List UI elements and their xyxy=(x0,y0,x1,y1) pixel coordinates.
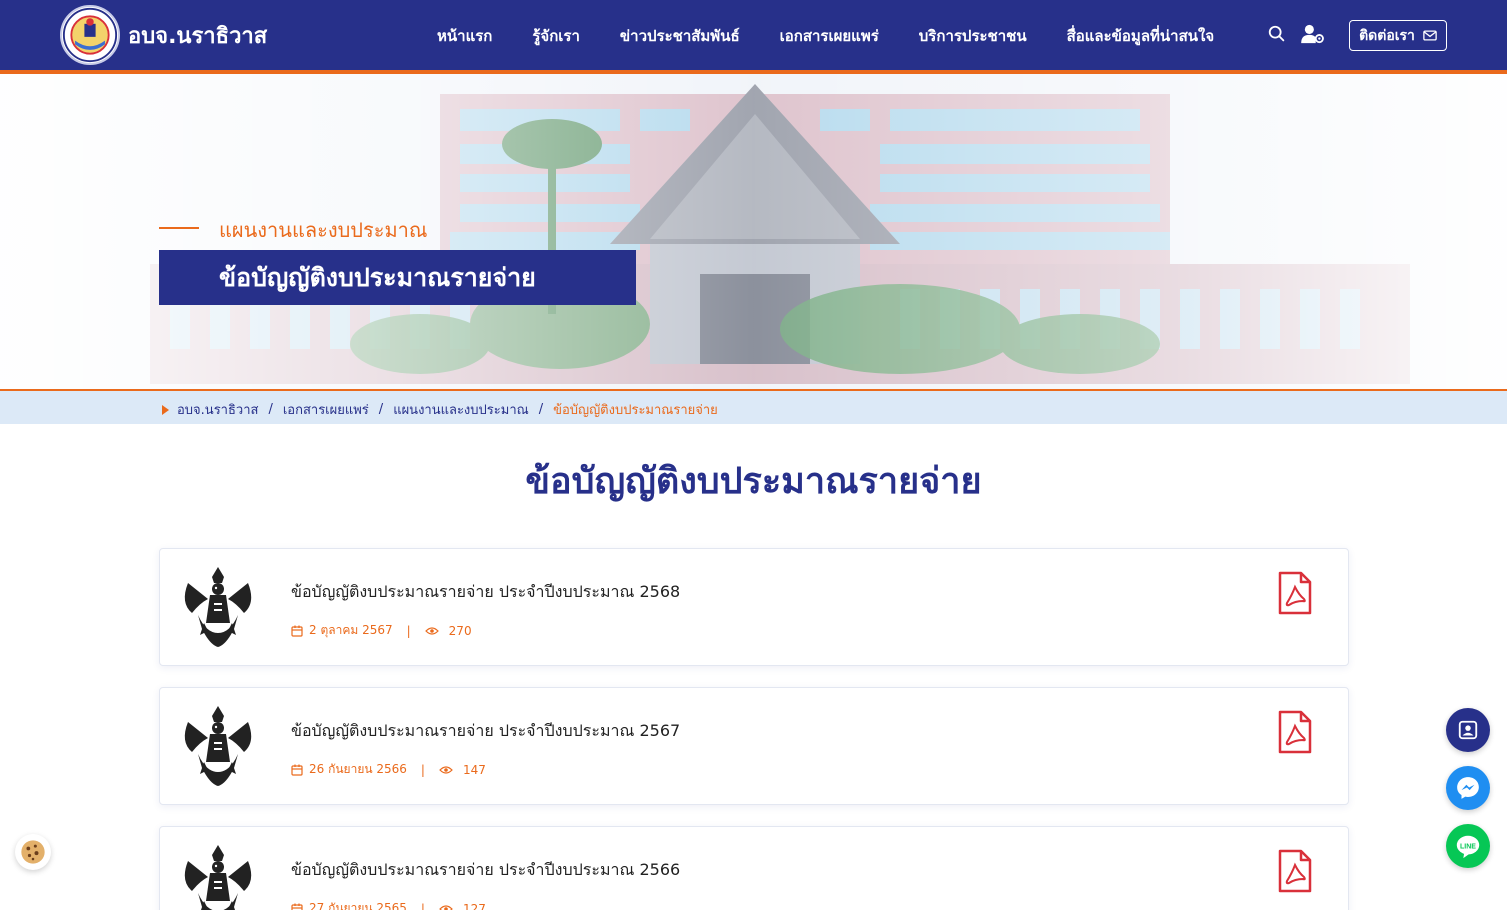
contact-card-icon xyxy=(1458,720,1478,740)
breadcrumb: อบจ.นราธิวาส / เอกสารเผยแพร่ / แผนงานและ… xyxy=(162,399,718,420)
mail-icon xyxy=(1423,30,1437,41)
emblem-icon xyxy=(62,7,118,63)
hero-title: ข้อบัญญัติงบประมาณรายจ่าย xyxy=(219,262,536,292)
document-views: 270 xyxy=(448,623,472,638)
calendar-icon xyxy=(291,764,303,776)
garuda-emblem-icon xyxy=(184,845,252,910)
svg-text:LINE: LINE xyxy=(1460,843,1476,850)
messenger-button[interactable] xyxy=(1446,766,1490,810)
menu-item-media[interactable]: สื่อและข้อมูลที่น่าสนใจ xyxy=(1067,24,1215,48)
breadcrumb-separator: / xyxy=(268,402,273,417)
hero-title-box: ข้อบัญญัติงบประมาณรายจ่าย xyxy=(159,250,636,305)
menu-item-about[interactable]: รู้จักเรา xyxy=(532,24,580,48)
cookie-icon xyxy=(21,840,45,864)
user-cog-icon[interactable] xyxy=(1301,24,1327,46)
document-meta: 2 ตุลาคม 2567 | 270 xyxy=(291,621,472,640)
messenger-icon xyxy=(1457,777,1479,799)
page-title: ข้อบัญญัติงบประมาณรายจ่าย xyxy=(525,461,982,502)
hero-eyebrow: แผนงานและงบประมาณ xyxy=(219,218,428,242)
brand-name[interactable]: อบจ.นราธิวาส xyxy=(128,18,267,53)
document-meta: 26 กันยายน 2566 | 147 xyxy=(291,760,486,779)
menu-item-news[interactable]: ข่าวประชาสัมพันธ์ xyxy=(620,24,740,48)
document-card[interactable]: ข้อบัญญัติงบประมาณรายจ่าย ประจำปีงบประมา… xyxy=(159,548,1349,666)
breadcrumb-plans[interactable]: แผนงานและงบประมาณ xyxy=(393,399,529,420)
meta-divider: | xyxy=(420,901,425,910)
document-meta: 27 กันยายน 2565 | 127 xyxy=(291,899,486,910)
cookie-settings-button[interactable] xyxy=(15,834,51,870)
line-button[interactable]: LINE xyxy=(1446,824,1490,868)
garuda-emblem-icon xyxy=(184,706,252,786)
menu-item-home[interactable]: หน้าแรก xyxy=(437,24,492,48)
eye-icon xyxy=(439,904,453,910)
search-icon[interactable] xyxy=(1267,24,1289,46)
main-menu: หน้าแรก รู้จักเรา ข่าวประชาสัมพันธ์ เอกส… xyxy=(437,24,1254,48)
eyebrow-line xyxy=(159,227,199,229)
pdf-file-icon[interactable] xyxy=(1277,849,1313,893)
breadcrumb-bar: อบจ.นราธิวาส / เอกสารเผยแพร่ / แผนงานและ… xyxy=(0,391,1507,424)
garuda-emblem-icon xyxy=(184,567,252,647)
document-views: 127 xyxy=(462,901,486,910)
breadcrumb-home[interactable]: อบจ.นราธิวาส xyxy=(177,399,258,420)
breadcrumb-current: ข้อบัญญัติงบประมาณรายจ่าย xyxy=(553,403,718,418)
document-views: 147 xyxy=(462,762,486,777)
document-title[interactable]: ข้อบัญญัติงบประมาณรายจ่าย ประจำปีงบประมา… xyxy=(291,580,680,605)
document-card[interactable]: ข้อบัญญัติงบประมาณรายจ่าย ประจำปีงบประมา… xyxy=(159,687,1349,805)
breadcrumb-separator: / xyxy=(378,402,384,417)
top-navbar: อบจ.นราธิวาส หน้าแรก รู้จักเรา ข่าวประชา… xyxy=(0,0,1507,70)
document-title[interactable]: ข้อบัญญัติงบประมาณรายจ่าย ประจำปีงบประมา… xyxy=(291,719,680,744)
calendar-icon xyxy=(291,903,303,910)
breadcrumb-separator: / xyxy=(538,402,544,417)
caret-right-icon xyxy=(162,404,169,415)
pdf-file-icon[interactable] xyxy=(1277,710,1313,754)
document-title[interactable]: ข้อบัญญัติงบประมาณรายจ่าย ประจำปีงบประมา… xyxy=(291,858,680,883)
document-card[interactable]: ข้อบัญญัติงบประมาณรายจ่าย ประจำปีงบประมา… xyxy=(159,826,1349,910)
org-logo[interactable] xyxy=(60,5,120,65)
eye-icon xyxy=(424,626,439,635)
contact-button[interactable]: ติดต่อเรา xyxy=(1349,20,1447,51)
eye-icon xyxy=(439,765,453,774)
meta-divider: | xyxy=(406,623,411,638)
line-icon: LINE xyxy=(1456,835,1480,859)
contact-card-button[interactable] xyxy=(1446,708,1490,752)
breadcrumb-documents[interactable]: เอกสารเผยแพร่ xyxy=(283,399,369,420)
document-date: 26 กันยายน 2566 xyxy=(309,762,407,776)
hero-banner: แผนงานและงบประมาณ ข้อบัญญัติงบประมาณรายจ… xyxy=(0,74,1507,390)
document-date: 2 ตุลาคม 2567 xyxy=(309,623,393,637)
document-date: 27 กันยายน 2565 xyxy=(309,901,407,910)
calendar-icon xyxy=(291,625,303,637)
menu-item-documents[interactable]: เอกสารเผยแพร่ xyxy=(780,24,879,48)
menu-item-services[interactable]: บริการประชาชน xyxy=(919,24,1027,48)
meta-divider: | xyxy=(420,762,425,777)
pdf-file-icon[interactable] xyxy=(1277,571,1313,615)
contact-label: ติดต่อเรา xyxy=(1359,27,1415,44)
